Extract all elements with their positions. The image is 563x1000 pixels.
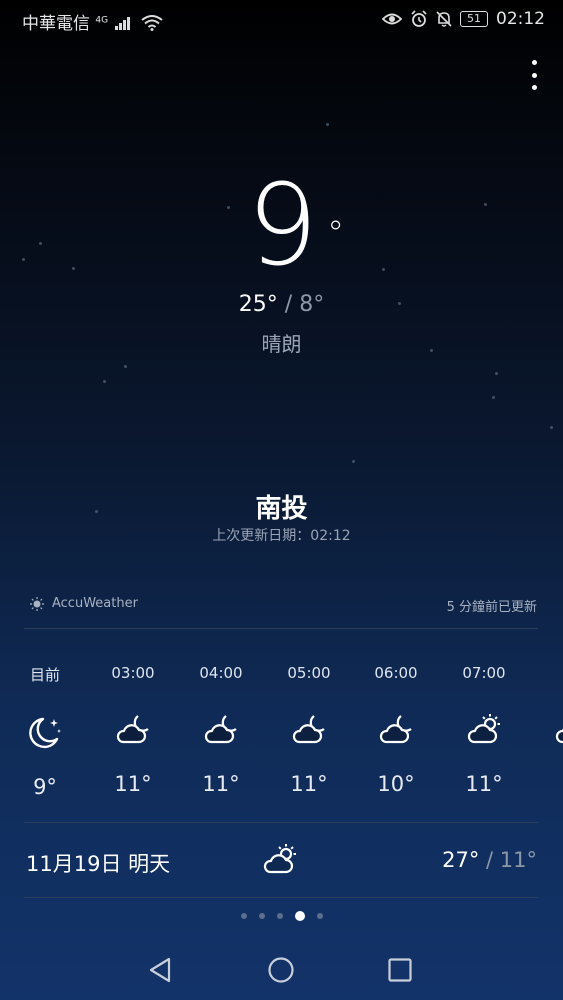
hourly-item: 07:00 11° [462,664,506,796]
status-bar: 中華電信 4G 51 02:12 [0,0,563,38]
page-dot[interactable] [258,913,265,919]
back-button[interactable] [144,954,176,986]
battery-level: 51 [460,11,488,27]
cloud-moon-icon [379,715,412,744]
cloud-sun-icon [555,728,563,744]
notifications-off-icon [436,11,452,27]
daily-date: 11月19日 明天 [26,852,171,876]
cloud-sun-icon [467,714,500,744]
hilo-separator: / [277,292,300,317]
hourly-item: 05:00 11° [287,664,331,796]
page-dot-active[interactable] [294,911,305,921]
signal-icon [114,17,130,30]
hourly-item: 06:00 10° [374,664,418,796]
hourly-item: 08 1 [537,664,563,796]
moon-stars-icon [29,717,61,749]
divider [24,628,538,629]
hourly-forecast[interactable]: 目前 9° 03:00 11° 04:00 11° 05:00 11° 06:0… [0,664,563,804]
low-temp: 8° [299,292,325,317]
city-name[interactable]: 南投 [0,488,563,525]
temp-value: 9 [246,161,318,291]
cloud-moon-icon [204,715,237,744]
navigation-bar [0,940,563,1000]
daily-low: 11° [499,848,537,872]
recents-icon [388,958,412,982]
source-provider[interactable]: AccuWeather [30,596,138,611]
last-updated: 上次更新日期：02:12 [212,528,351,544]
page-dot[interactable] [240,913,247,919]
wifi-icon [141,15,163,31]
carrier-name: 中華電信 [22,14,90,34]
weather-condition: 晴朗 [261,332,302,356]
high-low: 25° / 8° [0,292,563,317]
page-dot[interactable] [316,913,323,919]
cloud-moon-icon [116,715,149,744]
daily-high: 27° [442,848,480,872]
degree-symbol: ° [327,214,344,254]
page-dot[interactable] [276,913,283,919]
recents-button[interactable] [384,954,416,986]
source-updated: 5 分鐘前已更新 [446,600,537,615]
cloud-sun-icon [263,844,296,874]
divider [24,897,538,898]
home-icon [268,957,294,983]
more-options-icon[interactable] [527,60,541,90]
alarm-icon [411,10,427,27]
cloud-moon-icon [292,715,325,744]
divider [24,822,538,823]
high-temp: 25° [238,292,278,317]
clock: 02:12 [496,9,545,29]
provider-name: AccuWeather [52,596,138,611]
home-button[interactable] [265,954,297,986]
hourly-item: 目前 9° [10,664,80,799]
accuweather-sun-icon [30,596,44,611]
back-icon [149,957,171,983]
daily-separator: / [479,848,500,872]
current-temperature: 9 ° [0,170,563,282]
eye-icon [382,13,402,25]
hourly-item: 03:00 11° [111,664,155,796]
daily-high-low: 27° / 11° [442,848,537,872]
network-type: 4G [95,15,109,26]
page-indicator [0,911,563,921]
hourly-item: 04:00 11° [199,664,243,796]
